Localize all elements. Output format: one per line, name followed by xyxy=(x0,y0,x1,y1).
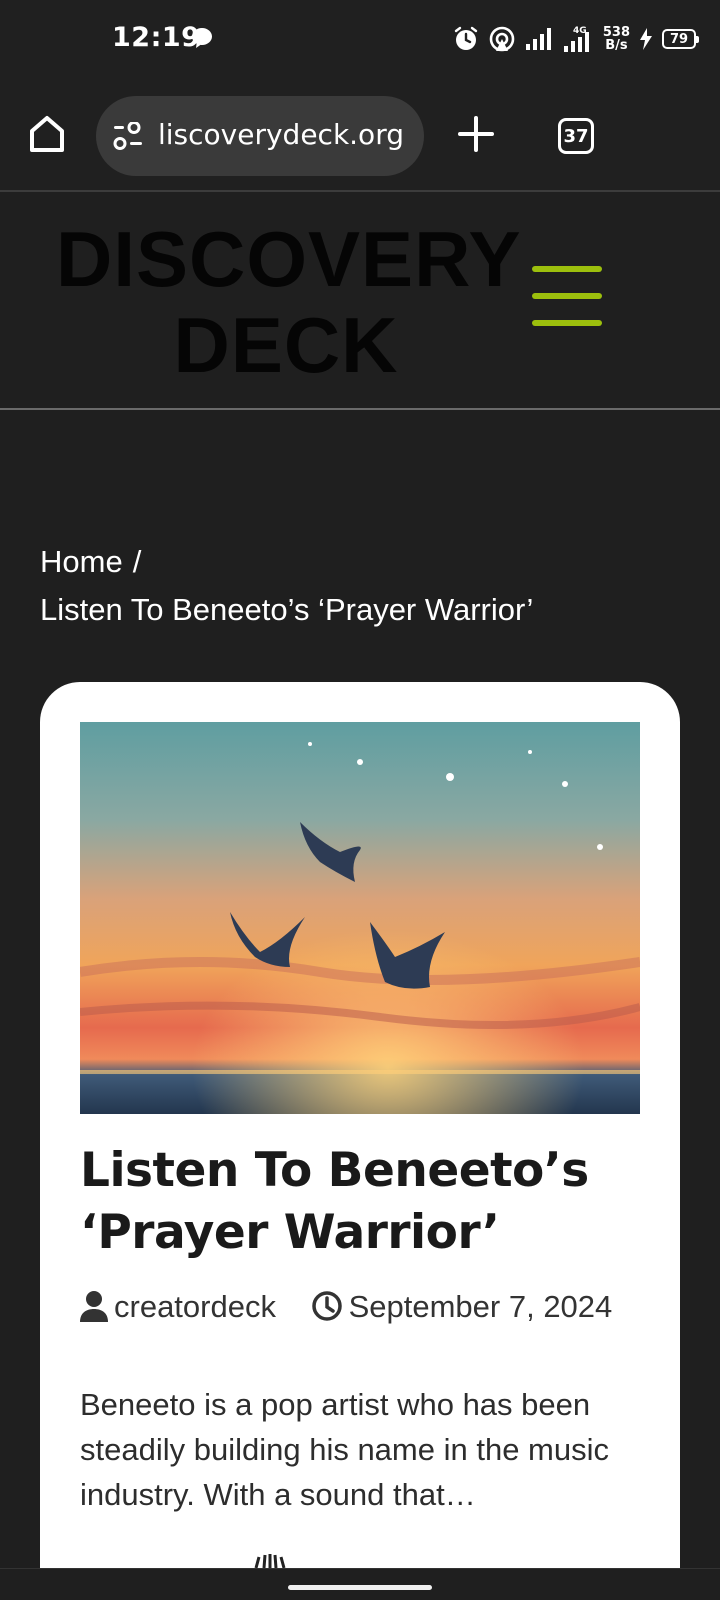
user-icon xyxy=(80,1291,108,1322)
article-date: September 7, 2024 xyxy=(348,1289,613,1324)
site-header: DISCOVERY DECK xyxy=(0,192,720,410)
site-settings-icon[interactable] xyxy=(112,122,144,150)
status-time: 12:19 xyxy=(112,22,201,53)
address-bar[interactable]: liscoverydeck.org xyxy=(96,96,424,176)
hotspot-icon xyxy=(489,26,515,52)
url-text[interactable]: liscoverydeck.org xyxy=(158,118,414,151)
article-featured-image[interactable] xyxy=(80,722,640,1114)
new-tab-icon[interactable] xyxy=(458,116,494,152)
signal-icon xyxy=(525,28,551,50)
breadcrumb: Home / Listen To Beneeto’s ‘Prayer Warrio… xyxy=(40,538,660,634)
site-logo-line1: DISCOVERY xyxy=(56,215,522,303)
clock-icon xyxy=(311,1291,342,1321)
browser-toolbar: liscoverydeck.org xyxy=(0,80,720,232)
article-excerpt: Beneeto is a pop artist who has been ste… xyxy=(80,1387,609,1512)
status-bar: 12:19 4G 538 B/s 79 xyxy=(0,0,720,80)
breadcrumb-current: Listen To Beneeto’s ‘Prayer Warrior’ xyxy=(40,592,534,627)
chat-bubble-icon xyxy=(192,28,212,48)
system-navigation-bar xyxy=(0,1568,720,1600)
status-icons: 4G 538 B/s 79 xyxy=(453,22,699,56)
home-icon[interactable] xyxy=(28,114,66,154)
signal-4g-icon: 4G xyxy=(563,26,589,52)
svg-text:4G: 4G xyxy=(573,26,587,36)
battery-indicator: 79 xyxy=(662,29,699,49)
article-author[interactable]: creatordeck xyxy=(114,1289,276,1324)
network-speed-unit: B/s xyxy=(605,38,628,53)
loading-spinner-icon xyxy=(254,1554,286,1568)
network-speed: 538 B/s xyxy=(603,26,630,52)
article-meta: creatordeck September 7, 2024 xyxy=(80,1286,640,1328)
site-logo[interactable]: DISCOVERY DECK xyxy=(56,215,522,389)
alarm-icon xyxy=(454,26,478,50)
charging-icon xyxy=(640,28,652,50)
gesture-handle[interactable] xyxy=(288,1585,432,1590)
tab-switcher-button[interactable]: 37 xyxy=(558,118,594,154)
article-title[interactable]: Listen To Beneeto’s ‘Prayer Warrior’ xyxy=(80,1140,640,1264)
breadcrumb-separator: / xyxy=(132,544,142,579)
breadcrumb-home[interactable]: Home xyxy=(40,544,123,579)
article-card[interactable]: Listen To Beneeto’s ‘Prayer Warrior’ cre… xyxy=(40,682,680,1600)
site-logo-line2: DECK xyxy=(173,301,399,389)
menu-hamburger-icon[interactable] xyxy=(532,266,602,330)
